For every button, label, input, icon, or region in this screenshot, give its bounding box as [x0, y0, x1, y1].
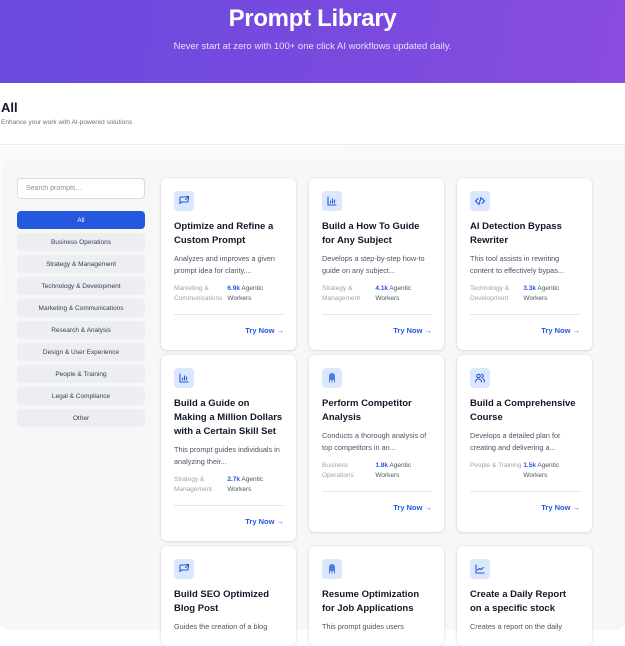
- card-worker-count: 1.8k Agentic Workers: [375, 461, 432, 481]
- category-research-analysis[interactable]: Research & Analysis: [17, 321, 145, 339]
- message-share-icon: [174, 559, 194, 579]
- code-icon: [470, 191, 490, 211]
- card-title: Perform Competitor Analysis: [322, 398, 412, 423]
- hero-title: Prompt Library: [228, 5, 397, 32]
- prompt-card[interactable]: Build a Comprehensive Course Develops a …: [457, 355, 592, 532]
- sidebar: All Business Operations Strategy & Manag…: [17, 178, 145, 427]
- prompt-card[interactable]: Build SEO Optimized Blog Post Guides the…: [161, 546, 296, 646]
- card-description: Develops a step-by-step how-to guide on …: [322, 254, 425, 275]
- category-design-ux[interactable]: Design & User Experience: [17, 343, 145, 361]
- prompt-card[interactable]: AI Detection Bypass Rewriter This tool a…: [457, 178, 592, 350]
- card-description: This prompt guides individuals in analyz…: [174, 445, 280, 466]
- card-title: Build a How To Guide for Any Subject: [322, 221, 420, 246]
- card-category: Strategy & Management: [322, 285, 360, 302]
- divider: [470, 491, 580, 492]
- card-description: Analyzes and improves a given prompt ide…: [174, 254, 275, 275]
- card-category: Marketing & Communications: [174, 285, 223, 302]
- hero-banner: Prompt Library Never start at zero with …: [0, 0, 625, 83]
- category-people-training[interactable]: People & Training: [17, 365, 145, 383]
- prompt-card[interactable]: Create a Daily Report on a specific stoc…: [457, 546, 592, 646]
- try-now-link[interactable]: Try Now →: [174, 517, 284, 541]
- page-subtitle: Enhance your work with AI-powered soluti…: [1, 119, 133, 126]
- card-title: Build a Comprehensive Course: [470, 398, 576, 423]
- category-legal-compliance[interactable]: Legal & Compliance: [17, 387, 145, 405]
- card-category: Technology & Development: [470, 285, 510, 302]
- prompt-card[interactable]: Perform Competitor Analysis Conducts a t…: [309, 355, 444, 532]
- card-description: Creates a report on the daily: [470, 622, 563, 631]
- count-value: 1.8k: [375, 462, 388, 469]
- building-icon: [322, 368, 342, 388]
- divider: [322, 491, 432, 492]
- prompt-card[interactable]: Build a Guide on Making a Million Dollar…: [161, 355, 296, 541]
- card-worker-count: 3.3k Agentic Workers: [523, 284, 580, 304]
- page-header: All Enhance your work with AI-powered so…: [0, 83, 625, 145]
- card-worker-count: 6.9k Agentic Workers: [227, 284, 284, 304]
- page-title: All: [1, 100, 18, 115]
- card-worker-count: 4.1k Agentic Workers: [375, 284, 432, 304]
- divider: [470, 314, 580, 315]
- category-strategy-management[interactable]: Strategy & Management: [17, 255, 145, 273]
- card-description: Guides the creation of a blog: [174, 622, 268, 631]
- divider: [174, 505, 284, 506]
- category-all[interactable]: All: [17, 211, 145, 229]
- card-description: Conducts a thorough analysis of top comp…: [322, 431, 427, 452]
- count-value: 2.7k: [227, 476, 240, 483]
- count-value: 1.5k: [523, 462, 536, 469]
- try-now-link[interactable]: Try Now →: [470, 503, 580, 527]
- prompt-card[interactable]: Build a How To Guide for Any Subject Dev…: [309, 178, 444, 350]
- card-category: Business Operations: [322, 462, 354, 479]
- building-icon: [322, 559, 342, 579]
- prompt-card[interactable]: Resume Optimization for Job Applications…: [309, 546, 444, 646]
- count-value: 6.9k: [227, 285, 240, 292]
- card-title: Create a Daily Report on a specific stoc…: [470, 589, 567, 614]
- card-category: Strategy & Management: [174, 476, 212, 493]
- category-marketing-communications[interactable]: Marketing & Communications: [17, 299, 145, 317]
- divider: [174, 314, 284, 315]
- search-input[interactable]: [26, 185, 136, 192]
- search-box[interactable]: [17, 178, 145, 199]
- card-worker-count: 1.5k Agentic Workers: [523, 461, 580, 481]
- card-title: Build SEO Optimized Blog Post: [174, 589, 270, 614]
- card-title: Optimize and Refine a Custom Prompt: [174, 221, 274, 246]
- try-now-link[interactable]: Try Now →: [322, 503, 432, 527]
- card-description: Develops a detailed plan for creating an…: [470, 431, 561, 452]
- category-other[interactable]: Other: [17, 409, 145, 427]
- count-value: 4.1k: [375, 285, 388, 292]
- category-business-operations[interactable]: Business Operations: [17, 233, 145, 251]
- hero-subtitle: Never start at zero with 100+ one click …: [173, 41, 452, 52]
- card-title: Build a Guide on Making a Million Dollar…: [174, 398, 283, 437]
- bar-chart-icon: [174, 368, 194, 388]
- bar-chart-icon: [322, 191, 342, 211]
- card-worker-count: 2.7k Agentic Workers: [227, 475, 284, 495]
- line-chart-icon: [470, 559, 490, 579]
- divider: [322, 314, 432, 315]
- try-now-link[interactable]: Try Now →: [470, 326, 580, 350]
- prompt-card[interactable]: Optimize and Refine a Custom Prompt Anal…: [161, 178, 296, 350]
- card-title: AI Detection Bypass Rewriter: [470, 221, 562, 246]
- count-value: 3.3k: [523, 285, 536, 292]
- card-category: People & Training: [470, 462, 522, 469]
- card-description: This prompt guides users: [322, 622, 404, 631]
- try-now-link[interactable]: Try Now →: [322, 326, 432, 350]
- users-icon: [470, 368, 490, 388]
- card-title: Resume Optimization for Job Applications: [322, 589, 420, 614]
- category-technology-development[interactable]: Technology & Development: [17, 277, 145, 295]
- try-now-link[interactable]: Try Now →: [174, 326, 284, 350]
- card-description: This tool assists in rewriting content t…: [470, 254, 564, 275]
- message-share-icon: [174, 191, 194, 211]
